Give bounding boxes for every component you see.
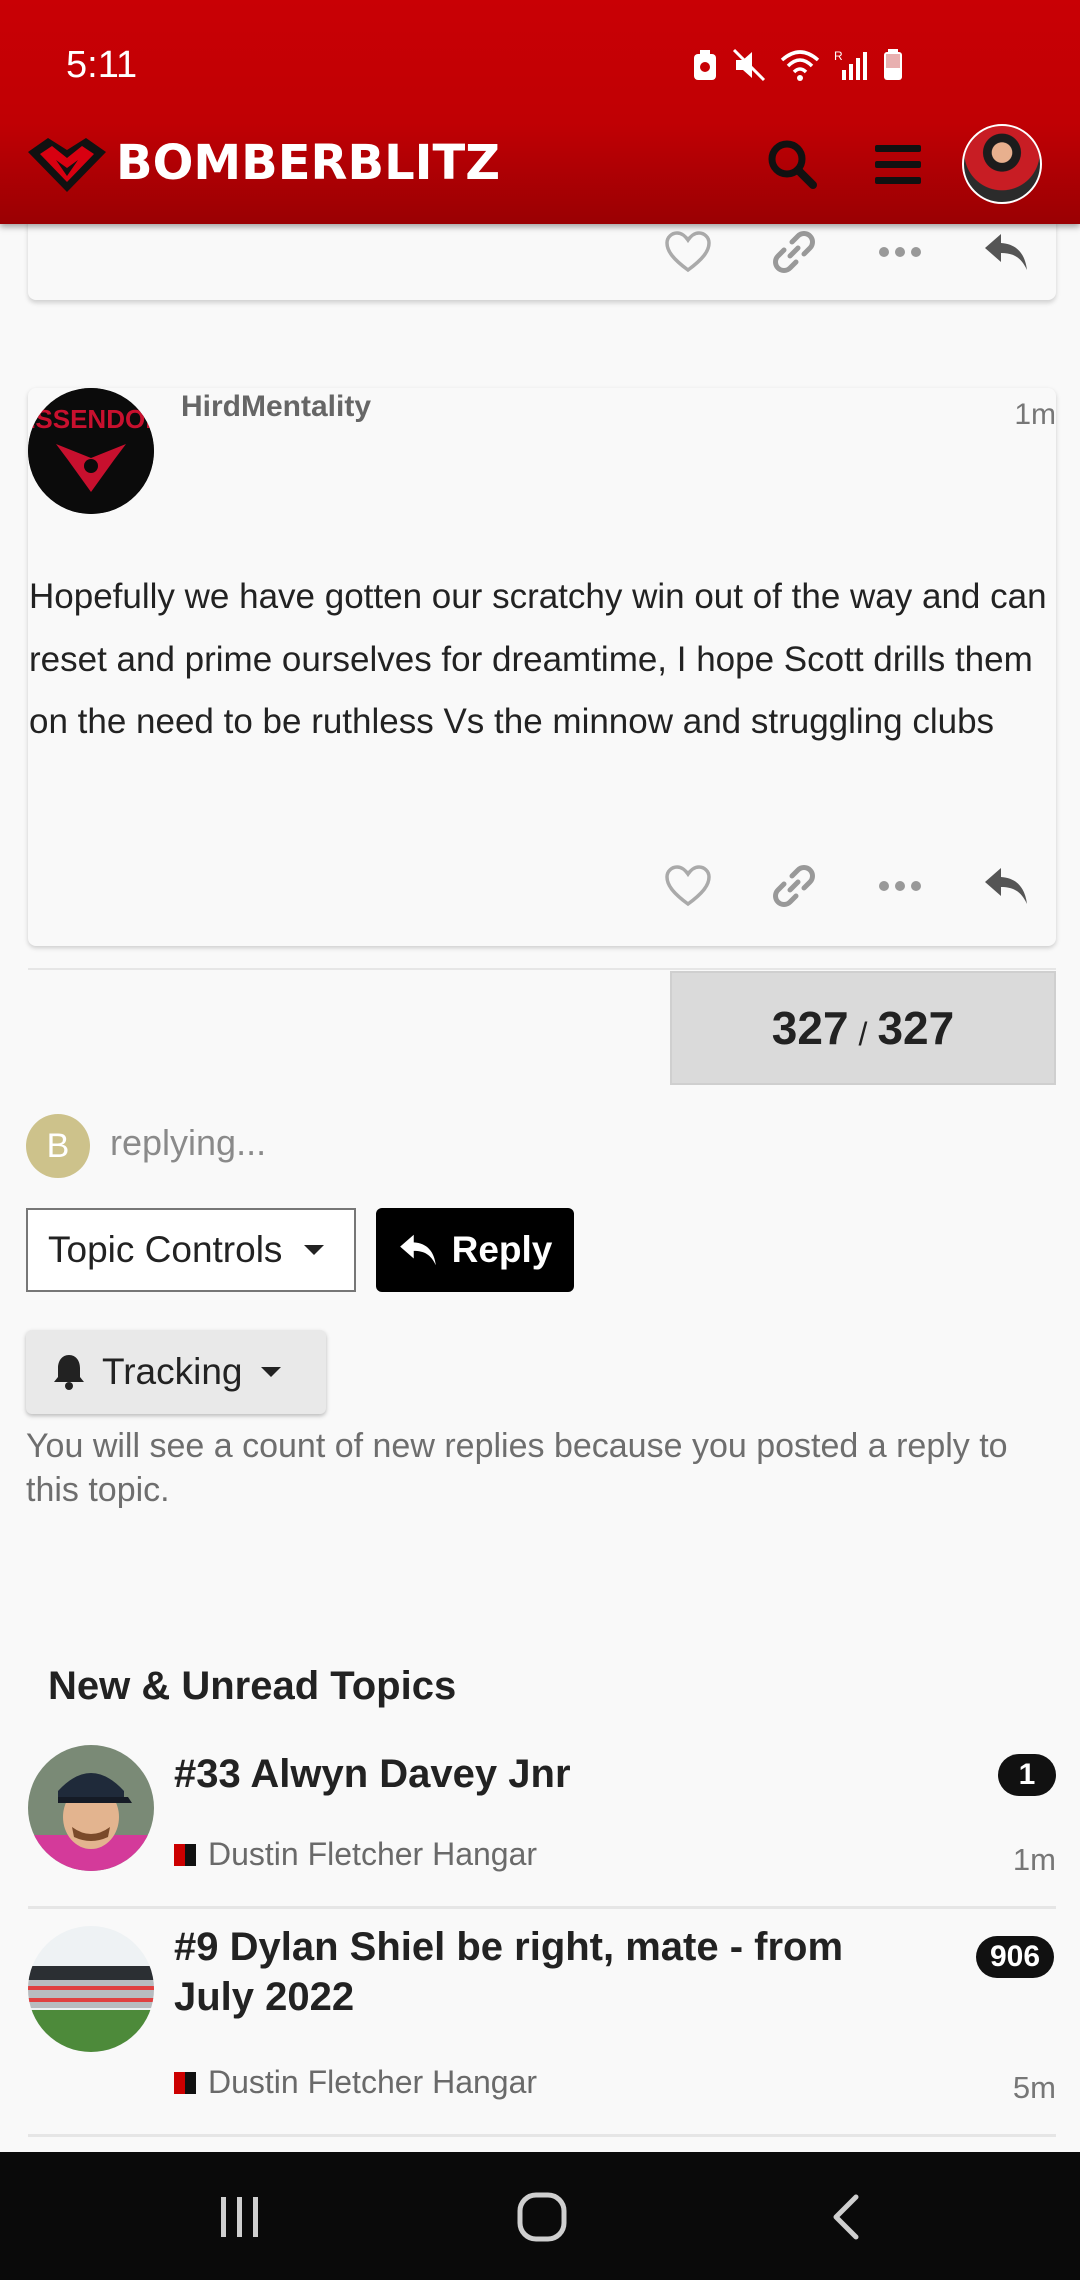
- replying-user-avatar: B: [26, 1114, 90, 1178]
- reply-icon: [399, 1234, 436, 1266]
- user-avatar[interactable]: [962, 124, 1042, 204]
- battery-saver-icon: [694, 50, 716, 80]
- player-photo-icon: [28, 1745, 154, 1871]
- back-icon: [833, 2194, 859, 2240]
- category-color-swatch: [174, 1843, 196, 1866]
- site-header: 5:11 R BOMBERBLITZ: [0, 0, 1080, 224]
- reply-button-label: Reply: [451, 1229, 553, 1270]
- category-name: Dustin Fletcher Hangar: [208, 2064, 538, 2100]
- bell-icon: [54, 1355, 84, 1390]
- topic-category[interactable]: Dustin Fletcher Hangar: [174, 2064, 537, 2101]
- post-actions: [658, 222, 1036, 282]
- signal-icon: R: [834, 49, 867, 80]
- svg-text:R: R: [834, 49, 843, 63]
- search-icon: [768, 140, 817, 189]
- share-link-button[interactable]: [764, 222, 824, 282]
- post-age[interactable]: 1m: [1014, 398, 1056, 432]
- site-name: BOMBERBLITZ: [116, 135, 501, 191]
- link-icon: [773, 231, 815, 273]
- search-button[interactable]: [764, 136, 820, 192]
- more-options-button[interactable]: [870, 856, 930, 916]
- site-logo[interactable]: BOMBERBLITZ: [26, 132, 500, 194]
- post-author-avatar[interactable]: ESSENDON: [28, 388, 154, 514]
- progress-total: 327: [877, 1002, 955, 1054]
- caret-down-icon: [304, 1245, 325, 1255]
- status-icons: R: [692, 48, 904, 82]
- topic-progress[interactable]: 327 / 327: [670, 971, 1056, 1085]
- tracking-label: Tracking: [102, 1351, 243, 1392]
- like-button[interactable]: [658, 222, 718, 282]
- bomber-logo-icon: [28, 138, 106, 192]
- timeline-divider: [28, 968, 1056, 970]
- topic-controls-label: Topic Controls: [48, 1229, 283, 1270]
- reply-icon: [985, 234, 1027, 270]
- topic-title[interactable]: #33 Alwyn Davey Jnr: [174, 1749, 874, 1799]
- reply-to-post-button[interactable]: [976, 856, 1036, 916]
- share-link-button[interactable]: [764, 856, 824, 916]
- reply-to-post-button[interactable]: [976, 222, 1036, 282]
- caret-down-icon: [260, 1367, 281, 1377]
- category-name: Dustin Fletcher Hangar: [208, 1836, 538, 1872]
- menu-button[interactable]: [870, 136, 926, 192]
- recent-apps-icon: [221, 2197, 258, 2237]
- ellipsis-icon: [879, 881, 921, 891]
- post-actions: [658, 856, 1036, 916]
- ellipsis-icon: [879, 247, 921, 257]
- unread-count-badge[interactable]: 1: [998, 1754, 1056, 1796]
- home-icon: [517, 2192, 567, 2242]
- mute-icon: [732, 48, 766, 82]
- essendon-logo-icon: ESSENDON: [28, 388, 154, 514]
- topic-poster-avatar[interactable]: [28, 1745, 154, 1871]
- category-color-swatch: [174, 2071, 196, 2094]
- tracking-button[interactable]: Tracking: [26, 1330, 326, 1414]
- progress-separator: /: [858, 1015, 868, 1052]
- recent-apps-button[interactable]: [205, 2182, 275, 2252]
- battery-icon: [884, 49, 902, 80]
- like-button[interactable]: [658, 856, 718, 916]
- tracking-description: You will see a count of new replies beca…: [26, 1427, 1008, 1509]
- status-time: 5:11: [66, 44, 138, 86]
- reply-icon: [985, 868, 1027, 904]
- unread-count-badge[interactable]: 906: [976, 1936, 1055, 1978]
- home-button[interactable]: [507, 2182, 577, 2252]
- topic-age: 1m: [1012, 1842, 1056, 1877]
- back-button[interactable]: [810, 2182, 880, 2252]
- replying-status: replying...: [110, 1122, 267, 1163]
- topic-divider: [28, 2134, 1056, 2137]
- more-options-button[interactable]: [870, 222, 930, 282]
- heart-icon: [665, 231, 711, 273]
- hamburger-icon: [875, 145, 921, 184]
- system-navigation-bar: [0, 2152, 1080, 2280]
- suggested-topics-title: New & Unread Topics: [48, 1664, 457, 1708]
- avatar-club-text: ESSENDON: [28, 404, 154, 434]
- topic-poster-avatar[interactable]: [28, 1926, 154, 2052]
- topic-title[interactable]: #9 Dylan Shiel be right, mate - from Jul…: [174, 1922, 874, 2022]
- post-body: Hopefully we have gotten our scratchy wi…: [29, 577, 1047, 741]
- heart-icon: [665, 865, 711, 907]
- topic-controls-button[interactable]: Topic Controls: [26, 1208, 356, 1292]
- topic-age: 5m: [1012, 2070, 1056, 2105]
- reply-button[interactable]: Reply: [376, 1208, 574, 1292]
- post-username[interactable]: HirdMentality: [181, 390, 371, 424]
- link-icon: [773, 865, 815, 907]
- wifi-icon: [780, 50, 820, 81]
- progress-current: 327: [771, 1002, 849, 1054]
- topic-category[interactable]: Dustin Fletcher Hangar: [174, 1836, 537, 1873]
- stadium-photo-icon: [28, 1926, 154, 2052]
- topic-divider: [28, 1906, 1056, 1909]
